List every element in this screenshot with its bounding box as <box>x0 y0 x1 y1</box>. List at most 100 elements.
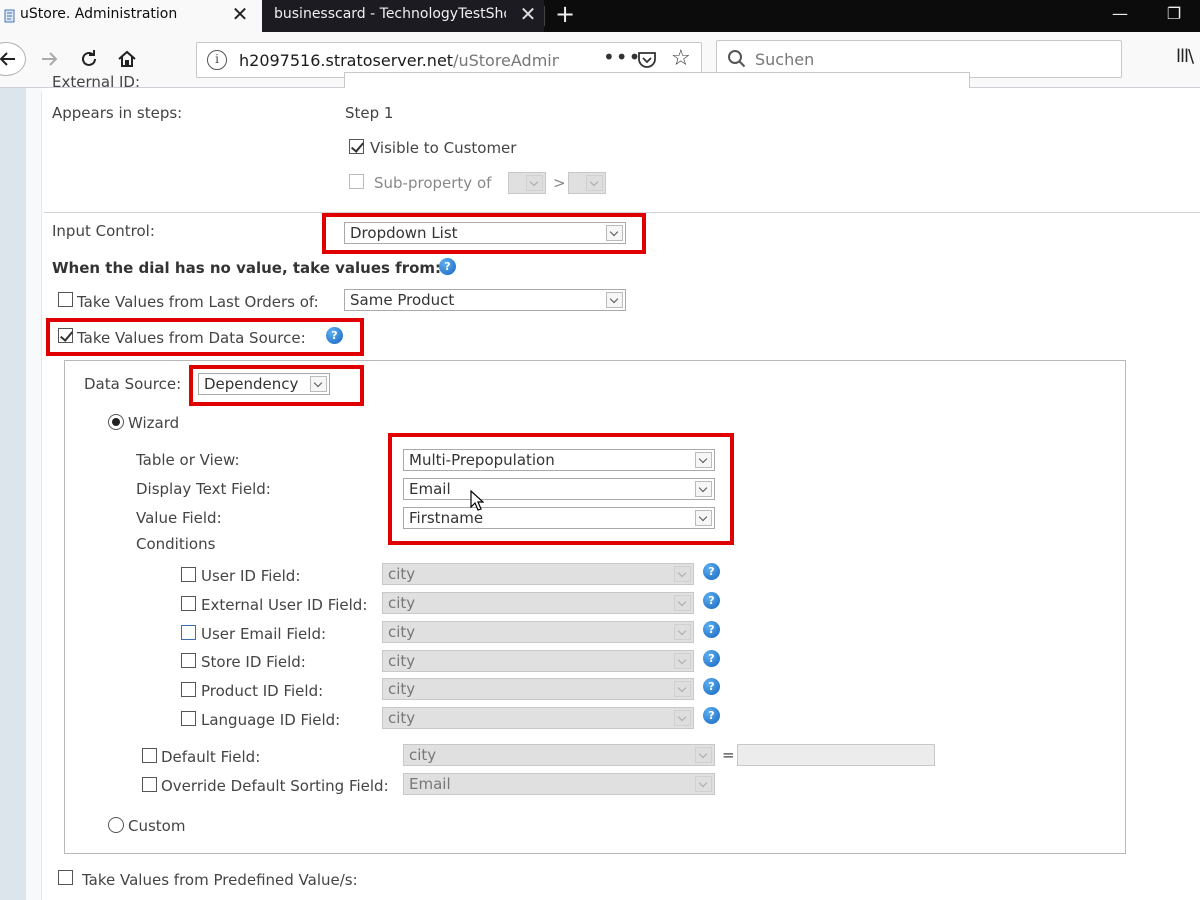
url-text[interactable]: h2097516.stratoserver.net/uStoreAdmin/..… <box>239 51 559 70</box>
tab-bar: uStore. Administration ✕ businesscard - … <box>0 0 1200 32</box>
user-email-field-select[interactable]: city <box>382 621 694 643</box>
display-text-field-label: Display Text Field: <box>136 480 271 498</box>
back-button[interactable] <box>0 42 26 76</box>
product-id-field-label: Product ID Field: <box>201 682 324 700</box>
sub-property-value-select[interactable] <box>568 172 606 194</box>
predefined-values-checkbox[interactable] <box>58 870 73 885</box>
tab-businesscard[interactable]: businesscard - TechnologyTestShop ✕ <box>262 0 544 32</box>
chevron-down-icon <box>526 175 543 191</box>
bookmark-star-icon[interactable]: ☆ <box>671 46 691 72</box>
default-field-select[interactable]: city <box>403 744 715 766</box>
reload-button[interactable] <box>72 42 106 76</box>
home-button[interactable] <box>110 42 144 76</box>
input-control-label: Input Control: <box>52 222 155 240</box>
new-tab-button[interactable]: + <box>552 2 578 28</box>
user-email-field-label: User Email Field: <box>201 625 327 643</box>
help-icon[interactable]: ? <box>703 707 720 724</box>
sub-property-label: Sub-property of <box>374 174 492 192</box>
admin-sidebar-edge <box>0 88 26 900</box>
external-user-id-field-value: city <box>388 594 416 612</box>
highlight-input-control <box>322 213 646 254</box>
product-id-field-value: city <box>388 680 416 698</box>
default-field-label: Default Field: <box>161 748 261 766</box>
custom-radio[interactable] <box>108 817 124 833</box>
value-field-label: Value Field: <box>136 509 222 527</box>
sidebar-mask <box>0 88 26 92</box>
last-orders-checkbox[interactable] <box>58 292 73 307</box>
tab-ustore-administration[interactable]: uStore. Administration ✕ <box>0 0 262 32</box>
help-icon[interactable]: ? <box>439 258 456 275</box>
user-id-field-select[interactable]: city <box>382 563 694 585</box>
help-icon[interactable]: ? <box>703 650 720 667</box>
wizard-label: Wizard <box>128 414 180 432</box>
page-favicon-icon <box>4 9 15 23</box>
help-icon[interactable]: ? <box>703 592 720 609</box>
no-value-heading: When the dial has no value, take values … <box>52 259 442 277</box>
user-email-field-checkbox[interactable] <box>181 625 196 640</box>
visible-to-customer-checkbox[interactable] <box>349 139 364 154</box>
tab-title: businesscard - TechnologyTestShop <box>274 6 506 22</box>
last-orders-label: Take Values from Last Orders of: <box>77 293 319 311</box>
default-field-checkbox[interactable] <box>142 748 157 763</box>
help-icon[interactable]: ? <box>703 678 720 695</box>
store-id-field-select[interactable]: city <box>382 650 694 672</box>
help-icon[interactable]: ? <box>703 563 720 580</box>
admin-sidebar-gutter <box>26 88 42 900</box>
arrow-left-icon <box>0 52 15 66</box>
chevron-down-icon <box>674 624 691 640</box>
product-id-field-checkbox[interactable] <box>181 682 196 697</box>
language-id-field-value: city <box>388 709 416 727</box>
tab-separator <box>544 6 545 26</box>
override-sorting-label: Override Default Sorting Field: <box>161 777 389 795</box>
chevron-down-icon <box>695 776 712 792</box>
url-domain: h2097516.stratoserver.net <box>239 51 454 70</box>
appears-in-steps-value: Step 1 <box>345 104 394 122</box>
default-field-equals: = <box>722 746 735 764</box>
mouse-pointer-icon <box>470 490 484 511</box>
external-user-id-field-checkbox[interactable] <box>181 596 196 611</box>
override-sorting-value: Email <box>409 775 451 793</box>
highlight-data-source-toggle <box>46 318 364 356</box>
search-placeholder: Suchen <box>755 50 815 69</box>
default-field-value-input[interactable] <box>737 744 935 766</box>
gutter-mask <box>26 88 42 92</box>
highlight-wizard-fields <box>388 433 734 545</box>
minimize-button[interactable]: — <box>1106 2 1134 28</box>
chevron-down-icon <box>674 681 691 697</box>
help-icon[interactable]: ? <box>703 621 720 638</box>
user-id-field-label: User ID Field: <box>201 567 301 585</box>
language-id-field-select[interactable]: city <box>382 707 694 729</box>
chevron-down-icon <box>674 710 691 726</box>
language-id-field-checkbox[interactable] <box>181 711 196 726</box>
sub-property-select[interactable] <box>508 172 546 194</box>
language-id-field-label: Language ID Field: <box>201 711 341 729</box>
chevron-down-icon <box>674 595 691 611</box>
last-orders-select[interactable]: Same Product <box>344 289 626 311</box>
wizard-radio[interactable] <box>108 414 124 430</box>
page-actions-menu-icon[interactable]: ••• <box>603 45 641 69</box>
default-field-value: city <box>409 746 437 764</box>
external-user-id-field-select[interactable]: city <box>382 592 694 614</box>
site-info-icon[interactable]: i <box>207 50 227 70</box>
sub-property-checkbox[interactable] <box>349 174 364 189</box>
override-sorting-select[interactable]: Email <box>403 773 715 795</box>
search-icon <box>728 50 746 68</box>
library-icon[interactable]: lll\ <box>1176 46 1194 67</box>
override-sorting-checkbox[interactable] <box>142 777 157 792</box>
conditions-label: Conditions <box>136 535 216 553</box>
table-or-view-label: Table or View: <box>136 451 240 469</box>
sub-property-separator: > <box>553 174 566 192</box>
product-id-field-select[interactable]: city <box>382 678 694 700</box>
url-path: /uStoreAdmin/... <box>453 51 559 70</box>
store-id-field-value: city <box>388 652 416 670</box>
close-tab-icon[interactable]: ✕ <box>230 4 250 25</box>
user-id-field-value: city <box>388 565 416 583</box>
tab-title: uStore. Administration <box>20 6 178 22</box>
predefined-values-label: Take Values from Predefined Value/s: <box>82 871 358 889</box>
close-tab-icon[interactable]: ✕ <box>518 4 538 25</box>
pocket-icon[interactable] <box>637 50 657 70</box>
user-id-field-checkbox[interactable] <box>181 567 196 582</box>
restore-button[interactable]: ❐ <box>1160 2 1188 28</box>
forward-button[interactable] <box>32 42 66 76</box>
store-id-field-checkbox[interactable] <box>181 653 196 668</box>
